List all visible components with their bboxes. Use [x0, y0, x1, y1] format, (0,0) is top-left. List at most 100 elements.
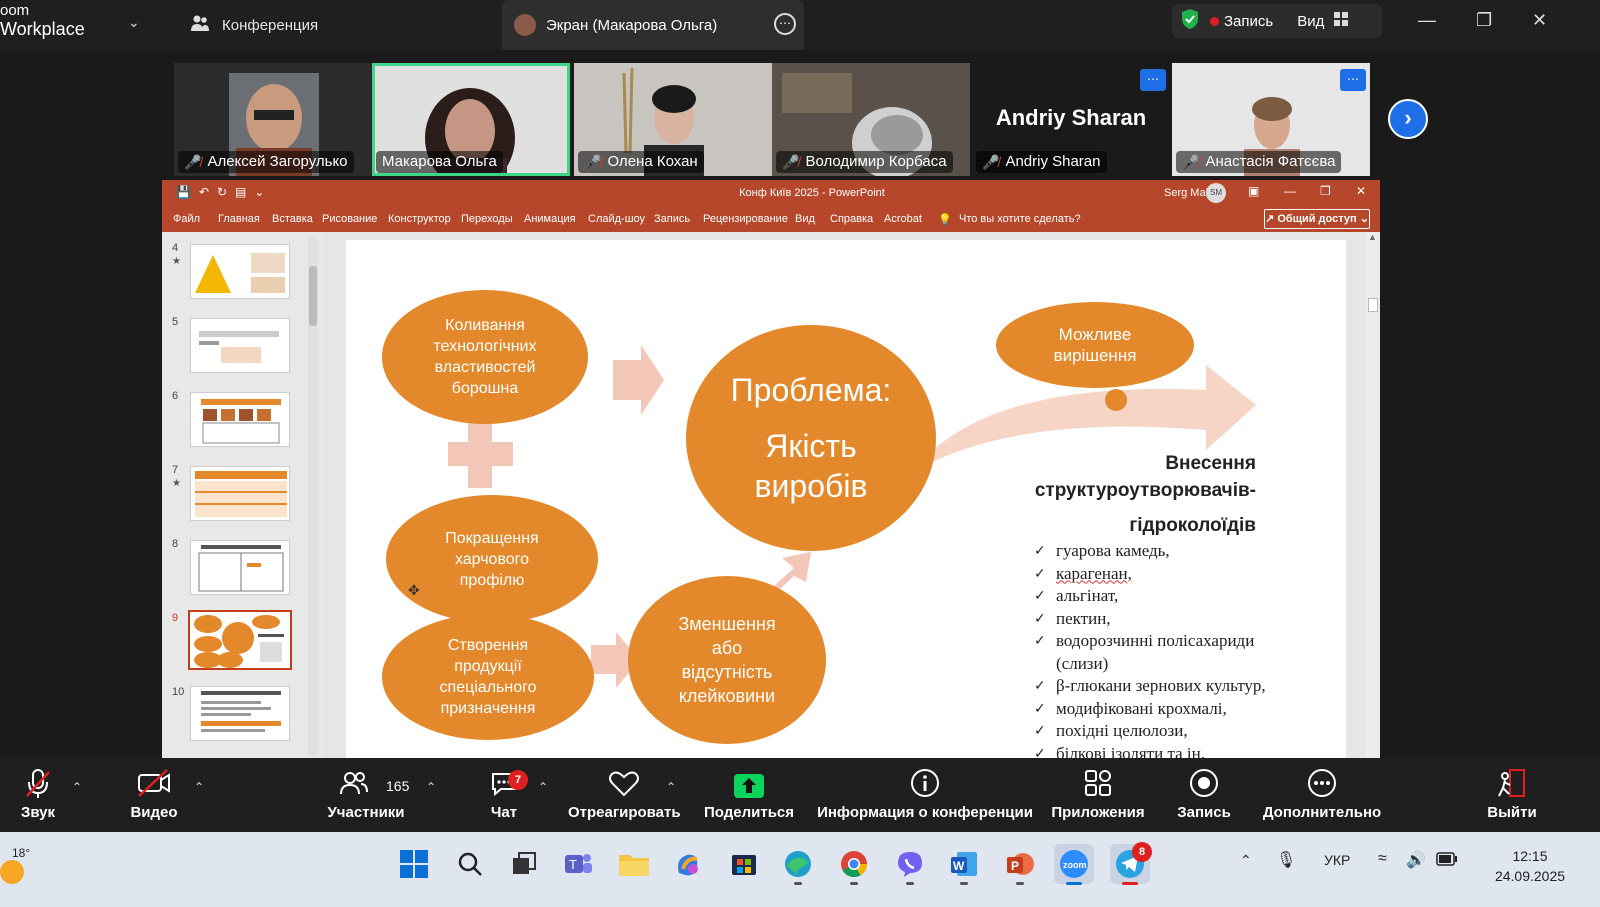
react-caret-icon[interactable]: ⌃: [666, 780, 676, 794]
menu-design[interactable]: Конструктор: [388, 213, 451, 225]
menu-review[interactable]: Рецензирование: [703, 213, 788, 225]
menu-draw[interactable]: Рисование: [322, 213, 377, 225]
meeting-info-button[interactable]: Информация о конференции: [816, 768, 1034, 821]
menu-transitions[interactable]: Переходы: [461, 213, 513, 225]
file-explorer-icon[interactable]: [614, 844, 654, 884]
oval-special-purpose[interactable]: Створення продукції спеціального признач…: [382, 614, 594, 740]
apps-button[interactable]: Приложения: [1048, 768, 1148, 821]
menu-animation[interactable]: Анимация: [524, 213, 576, 225]
current-slide[interactable]: Коливання технологічних властивостей бор…: [346, 240, 1346, 758]
edge-browser-icon[interactable]: [778, 844, 818, 884]
menu-home[interactable]: Главная: [218, 213, 260, 225]
teams-icon[interactable]: T: [558, 844, 598, 884]
slide-thumbnail[interactable]: [190, 392, 290, 447]
slide-thumbnail[interactable]: [190, 466, 290, 521]
menu-acrobat[interactable]: Acrobat: [884, 213, 922, 225]
share-screen-button[interactable]: Поделиться: [704, 768, 794, 821]
ppt-maximize-icon[interactable]: ❐: [1320, 184, 1331, 198]
slide-vertical-scrollbar[interactable]: ▲: [1366, 232, 1380, 758]
screen-share-tab[interactable]: Экран (Макарова Ольга) ⋯: [502, 0, 804, 50]
search-icon[interactable]: [450, 844, 490, 884]
more-options-icon[interactable]: ⋯: [774, 13, 796, 35]
participant-tile[interactable]: 🎤̸ Олена Кохан: [574, 63, 772, 176]
menu-help[interactable]: Справка: [830, 213, 873, 225]
menu-file[interactable]: Файл: [173, 213, 200, 225]
video-label: Видео: [130, 804, 178, 821]
slide-thumbnail[interactable]: [190, 244, 290, 299]
share-button[interactable]: ↗ Общий доступ ⌄: [1264, 209, 1370, 229]
react-button[interactable]: Отреагировать: [568, 768, 681, 821]
system-clock[interactable]: 12:15 24.09.2025: [1470, 846, 1590, 886]
record-button[interactable]: Запись: [1172, 768, 1236, 821]
audio-button[interactable]: Звук: [12, 768, 64, 821]
close-icon[interactable]: ✕: [1532, 10, 1547, 31]
more-button[interactable]: Дополнительно: [1260, 768, 1384, 821]
ppt-close-icon[interactable]: ✕: [1356, 184, 1366, 198]
participants-caret-icon[interactable]: ⌃: [426, 780, 436, 794]
participant-tile[interactable]: 🎤̸ Володимир Корбаса: [772, 63, 970, 176]
list-item: альгінат,: [1034, 585, 1334, 608]
scroll-up-icon[interactable]: ▲: [1368, 232, 1377, 242]
show-hidden-icons-chevron-icon[interactable]: ⌃: [1240, 852, 1252, 869]
audio-options-caret-icon[interactable]: ⌃: [72, 780, 82, 794]
battery-icon[interactable]: [1436, 852, 1458, 869]
participant-tile[interactable]: ⋯ 🎤̸ Анастасія Фатєєва: [1172, 63, 1370, 176]
oval-flour-fluctuation[interactable]: Коливання технологічних властивостей бор…: [382, 290, 588, 424]
chrome-icon[interactable]: [834, 844, 874, 884]
participant-tile[interactable]: 🎤̸ Алексей Загорулько: [174, 63, 372, 176]
menu-record[interactable]: Запись: [654, 213, 690, 225]
list-item: похідні целюлози,: [1034, 720, 1334, 743]
slide-thumbnail[interactable]: [190, 540, 290, 595]
oval-gluten-reduction[interactable]: Зменшення або відсутність клейковини: [628, 576, 826, 744]
menu-view[interactable]: Вид: [795, 213, 815, 225]
ppt-minimize-icon[interactable]: —: [1284, 184, 1296, 198]
oval-problem[interactable]: Проблема: Якість виробів: [686, 325, 936, 551]
menu-slideshow[interactable]: Слайд-шоу: [588, 213, 645, 225]
list-item: β-глюкани зернових культур,: [1034, 675, 1334, 698]
next-page-arrow-icon[interactable]: ›: [1388, 99, 1428, 139]
leave-meeting-button[interactable]: Выйти: [1484, 768, 1540, 821]
volume-icon[interactable]: 🔊: [1406, 850, 1426, 870]
keyboard-language[interactable]: УКР: [1324, 852, 1350, 868]
video-off-icon: [124, 768, 184, 804]
minimize-icon[interactable]: —: [1418, 10, 1436, 31]
conference-tab[interactable]: Конференция: [190, 12, 318, 38]
view-button[interactable]: Вид: [1297, 13, 1324, 30]
oval-possible-solution[interactable]: Можливе вирішення: [996, 302, 1194, 388]
user-avatar[interactable]: SM: [1206, 183, 1226, 203]
copilot-icon[interactable]: [668, 844, 708, 884]
tell-me-search[interactable]: Что вы хотите сделать?: [959, 213, 1081, 225]
word-icon[interactable]: W: [944, 844, 984, 884]
scrollbar-thumb[interactable]: [1368, 298, 1378, 312]
scrollbar-thumb[interactable]: [309, 266, 317, 326]
participant-tile-active[interactable]: Макарова Ольга: [372, 63, 570, 176]
restore-icon[interactable]: ❐: [1476, 10, 1492, 31]
viber-icon[interactable]: [890, 844, 930, 884]
task-view-icon[interactable]: [504, 844, 544, 884]
chevron-down-icon[interactable]: ⌄: [128, 14, 140, 31]
zoom-app-icon[interactable]: zoom: [1054, 844, 1094, 884]
recording-status[interactable]: Запись Вид: [1172, 4, 1382, 38]
powerpoint-icon[interactable]: P: [1000, 844, 1040, 884]
more-options-icon[interactable]: ⋯: [1340, 69, 1366, 91]
start-windows-icon[interactable]: [394, 844, 434, 884]
thumbnails-scrollbar[interactable]: [308, 236, 318, 756]
wifi-icon[interactable]: ≈: [1378, 850, 1387, 868]
chat-caret-icon[interactable]: ⌃: [538, 780, 548, 794]
oval-nutrition-improvement[interactable]: Покращення харчового профілю: [386, 495, 598, 623]
slide-thumbnail-selected[interactable]: [188, 610, 292, 670]
slide-thumbnail[interactable]: [190, 318, 290, 373]
microsoft-store-icon[interactable]: [724, 844, 764, 884]
more-options-icon[interactable]: ⋯: [1140, 69, 1166, 91]
microphone-in-use-icon[interactable]: 🎙: [1276, 850, 1296, 870]
slide-thumbnail[interactable]: [190, 686, 290, 741]
ribbon-display-icon[interactable]: ▣: [1248, 184, 1259, 198]
video-options-caret-icon[interactable]: ⌃: [194, 780, 204, 794]
participant-tile[interactable]: Andriy Sharan ⋯ 🎤̸ Andriy Sharan: [972, 63, 1170, 176]
grid-view-icon[interactable]: [1334, 12, 1349, 30]
svg-text:zoom: zoom: [1063, 860, 1087, 870]
menu-insert[interactable]: Вставка: [272, 213, 313, 225]
weather-widget[interactable]: 18°: [0, 846, 40, 886]
participants-button[interactable]: 165 Участники: [326, 768, 409, 821]
video-button[interactable]: Видео: [124, 768, 184, 821]
